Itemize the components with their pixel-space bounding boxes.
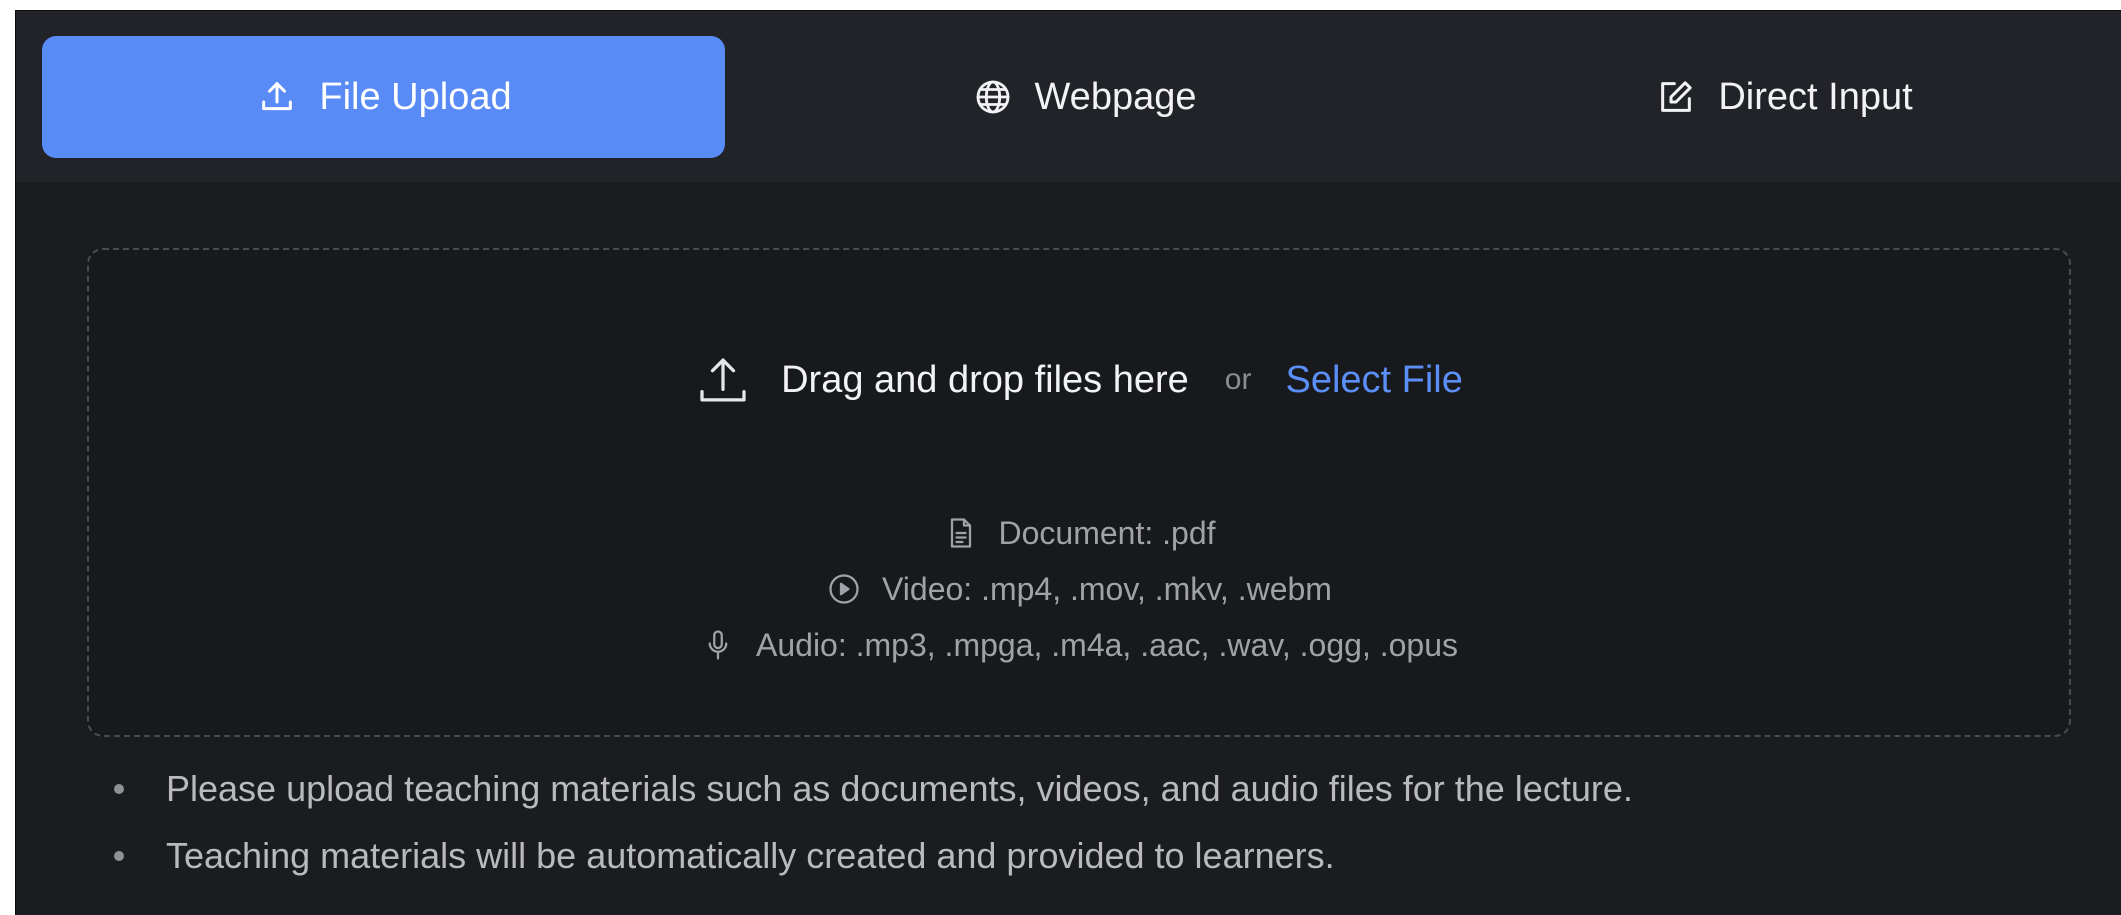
upload-icon [255,75,299,119]
bullet [114,851,124,861]
or-separator: or [1224,363,1252,396]
microphone-icon [700,627,736,663]
tab-webpage[interactable]: Webpage [742,36,1425,158]
tab-label: Webpage [1034,75,1197,118]
file-dropzone[interactable]: Drag and drop files here or Select File … [87,248,2071,737]
format-text: Document: .pdf [998,514,1216,551]
tab-file-upload[interactable]: File Upload [42,36,725,158]
tab-label: Direct Input [1718,75,1913,118]
supported-formats: Document: .pdf Video: .mp4, .mov, .mkv, … [89,505,2069,673]
video-icon [826,571,862,607]
document-icon [943,515,979,551]
drop-prompt: Drag and drop files here or Select File [89,347,2069,413]
select-file-link[interactable]: Select File [1285,359,1462,402]
format-audio: Audio: .mp3, .mpga, .m4a, .aac, .wav, .o… [89,617,2069,673]
note-text: Teaching materials will be automatically… [166,835,1335,876]
format-video: Video: .mp4, .mov, .mkv, .webm [89,561,2069,617]
bullet [114,784,124,794]
source-tabs: File Upload Webpage Direct Input [16,11,2121,182]
tab-direct-input[interactable]: Direct Input [1442,36,2121,158]
edit-icon [1654,75,1698,119]
format-document: Document: .pdf [89,505,2069,561]
tab-label: File Upload [319,75,512,118]
globe-icon [971,75,1015,119]
upload-panel: File Upload Webpage Direct Input Drag an… [15,10,2121,915]
upload-icon [695,352,751,408]
list-item: Teaching materials will be automatically… [94,825,1633,892]
drag-drop-text: Drag and drop files here [781,358,1189,401]
format-text: Video: .mp4, .mov, .mkv, .webm [882,570,1332,607]
upload-notes: Please upload teaching materials such as… [94,758,1633,892]
list-item: Please upload teaching materials such as… [94,758,1633,825]
format-text: Audio: .mp3, .mpga, .m4a, .aac, .wav, .o… [756,626,1458,663]
note-text: Please upload teaching materials such as… [166,768,1633,809]
